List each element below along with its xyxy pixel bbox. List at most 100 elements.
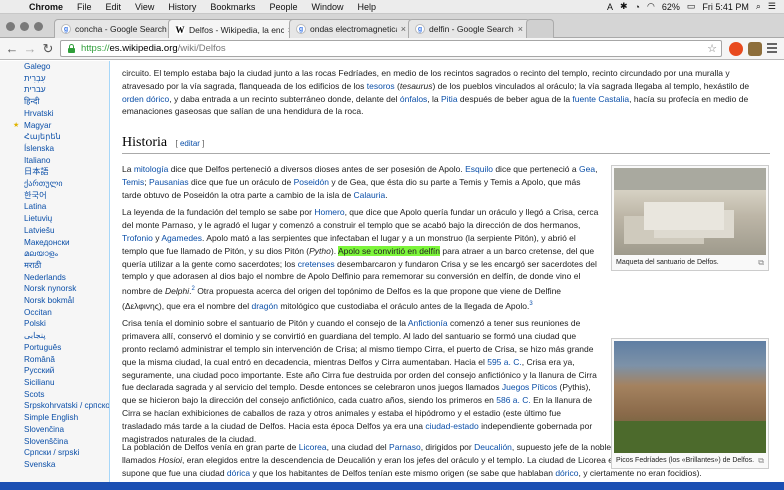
image-maqueta[interactable] — [614, 168, 766, 255]
language-link[interactable]: Scots — [24, 389, 109, 401]
menu-history[interactable]: History — [161, 2, 203, 12]
link-onfalos[interactable]: ónfalos — [400, 94, 427, 104]
address-bar[interactable]: https:// es.wikipedia.org /wiki/Delfos ☆ — [60, 40, 722, 57]
extension-icon[interactable] — [748, 42, 762, 56]
menu-bookmarks[interactable]: Bookmarks — [203, 2, 262, 12]
link-gea[interactable]: Gea — [579, 164, 595, 174]
language-link[interactable]: മലയാളം — [24, 248, 109, 260]
language-link[interactable]: ქართული — [24, 178, 109, 190]
tab-delfin[interactable]: g delfin - Google Search × — [408, 19, 530, 38]
language-link[interactable]: 한국어 — [24, 190, 109, 202]
language-link[interactable]: Latviešu — [24, 225, 109, 237]
language-link[interactable]: Galego — [24, 61, 109, 73]
menu-help[interactable]: Help — [350, 2, 383, 12]
reload-icon[interactable]: ↻ — [40, 41, 56, 57]
link-mitologia[interactable]: mitología — [134, 164, 169, 174]
language-link[interactable]: Հայերեն — [24, 131, 109, 143]
chrome-menu-icon[interactable] — [767, 43, 777, 53]
link-cretenses[interactable]: cretenses — [298, 259, 335, 269]
link-esquilo[interactable]: Esquilo — [465, 164, 493, 174]
link-fuente-castalia[interactable]: fuente Castalia — [572, 94, 629, 104]
link-dragon[interactable]: dragón — [251, 301, 277, 311]
language-link[interactable]: Svenska — [24, 459, 109, 471]
language-link[interactable]: Italiano — [24, 155, 109, 167]
bookmark-star-icon[interactable]: ☆ — [707, 42, 717, 55]
clock[interactable]: Fri 5:41 PM — [702, 2, 749, 12]
close-tab-icon[interactable]: × — [401, 24, 406, 34]
menu-window[interactable]: Window — [304, 2, 350, 12]
language-link[interactable]: Srpskohrvatski / српскохрватски — [24, 400, 109, 412]
link-595-ac[interactable]: 595 a. C. — [487, 357, 522, 367]
language-link[interactable]: मराठी — [24, 260, 109, 272]
language-link[interactable]: Occitan — [24, 307, 109, 319]
language-link[interactable]: Latina — [24, 201, 109, 213]
language-link[interactable]: Norsk nynorsk — [24, 283, 109, 295]
language-link[interactable]: Polski — [24, 318, 109, 330]
back-arrow-icon[interactable]: ← — [4, 41, 20, 57]
language-link[interactable]: Hrvatski — [24, 108, 109, 120]
menu-app-name[interactable]: Chrome — [22, 2, 70, 12]
wifi-icon[interactable]: ◠ — [647, 1, 655, 12]
spotlight-icon[interactable]: ⌕ — [756, 1, 761, 12]
language-link[interactable]: Македонски — [24, 237, 109, 249]
link-parnaso[interactable]: Parnaso — [389, 442, 421, 452]
bluetooth-icon[interactable]: ✱ — [620, 1, 628, 12]
zoom-window-button[interactable] — [34, 22, 43, 31]
language-link[interactable]: Српски / srpski — [24, 447, 109, 459]
link-ciudad-estado[interactable]: ciudad-estado — [425, 421, 478, 431]
link-orden-dorico[interactable]: orden dórico — [122, 94, 169, 104]
footnote-ref[interactable]: 3 — [529, 301, 532, 307]
lock-icon[interactable] — [67, 44, 76, 53]
language-link[interactable]: پنجابی — [24, 330, 109, 342]
menu-people[interactable]: People — [262, 2, 304, 12]
link-dorica[interactable]: dórica — [227, 468, 250, 478]
link-anfictionia[interactable]: Anfictionía — [408, 318, 448, 328]
link-temis[interactable]: Temis — [122, 177, 144, 187]
language-link[interactable]: Lietuvių — [24, 213, 109, 225]
time-machine-icon[interactable]: ◔ — [635, 2, 640, 12]
battery-percent[interactable]: 62% — [662, 2, 680, 12]
language-link[interactable]: हिन्दी — [24, 96, 109, 108]
minimize-window-button[interactable] — [20, 22, 29, 31]
language-link[interactable]: Slovenščina — [24, 436, 109, 448]
image-fedriades[interactable] — [614, 341, 766, 453]
language-link[interactable]: עברית — [24, 84, 109, 96]
enlarge-icon[interactable]: ⧉ — [758, 456, 764, 465]
link-juegos-piticos[interactable]: Juegos Píticos — [502, 382, 557, 392]
link-trofonio[interactable]: Trofonio — [122, 233, 153, 243]
forward-arrow-icon[interactable]: → — [22, 41, 38, 57]
link-licorea[interactable]: Licorea — [299, 442, 327, 452]
tab-delfos[interactable]: W Delfos - Wikipedia, la enci × — [168, 19, 300, 39]
language-link[interactable]: Simple English — [24, 412, 109, 424]
language-link[interactable]: Íslenska — [24, 143, 109, 155]
language-link[interactable]: Português — [24, 342, 109, 354]
language-link[interactable]: 日本語 — [24, 166, 109, 178]
language-link[interactable]: Norsk bokmål — [24, 295, 109, 307]
link-586-ac[interactable]: 586 a. C. — [496, 395, 531, 405]
language-link[interactable]: Русский — [24, 365, 109, 377]
notification-center-icon[interactable]: ☰ — [768, 1, 776, 12]
extension-icon[interactable] — [729, 42, 743, 56]
language-link[interactable]: עִבְרִית — [24, 73, 109, 85]
language-link[interactable]: Slovenčina — [24, 424, 109, 436]
menu-file[interactable]: File — [70, 2, 99, 12]
link-tesoros[interactable]: tesoros — [367, 81, 395, 91]
link-homero[interactable]: Homero — [314, 207, 344, 217]
language-link[interactable]: Magyar — [13, 120, 109, 132]
close-window-button[interactable] — [6, 22, 15, 31]
new-tab-button[interactable] — [526, 19, 554, 38]
enlarge-icon[interactable]: ⧉ — [758, 258, 764, 267]
link-dorico[interactable]: dórico — [555, 468, 578, 478]
battery-icon[interactable]: ▭ — [687, 1, 696, 12]
link-pitia[interactable]: Pitia — [441, 94, 458, 104]
link-calauria[interactable]: Calauria — [354, 190, 386, 200]
link-deucalion[interactable]: Deucalión — [474, 442, 512, 452]
tab-ondas[interactable]: g ondas electromagneticas × — [289, 19, 413, 38]
menu-view[interactable]: View — [128, 2, 161, 12]
link-poseidon[interactable]: Poseidón — [294, 177, 329, 187]
close-tab-icon[interactable]: × — [518, 24, 523, 34]
input-source-icon[interactable]: A — [607, 2, 613, 12]
link-pausanias[interactable]: Pausanias — [149, 177, 189, 187]
edit-link[interactable]: editar — [180, 139, 200, 148]
language-link[interactable]: Română — [24, 354, 109, 366]
